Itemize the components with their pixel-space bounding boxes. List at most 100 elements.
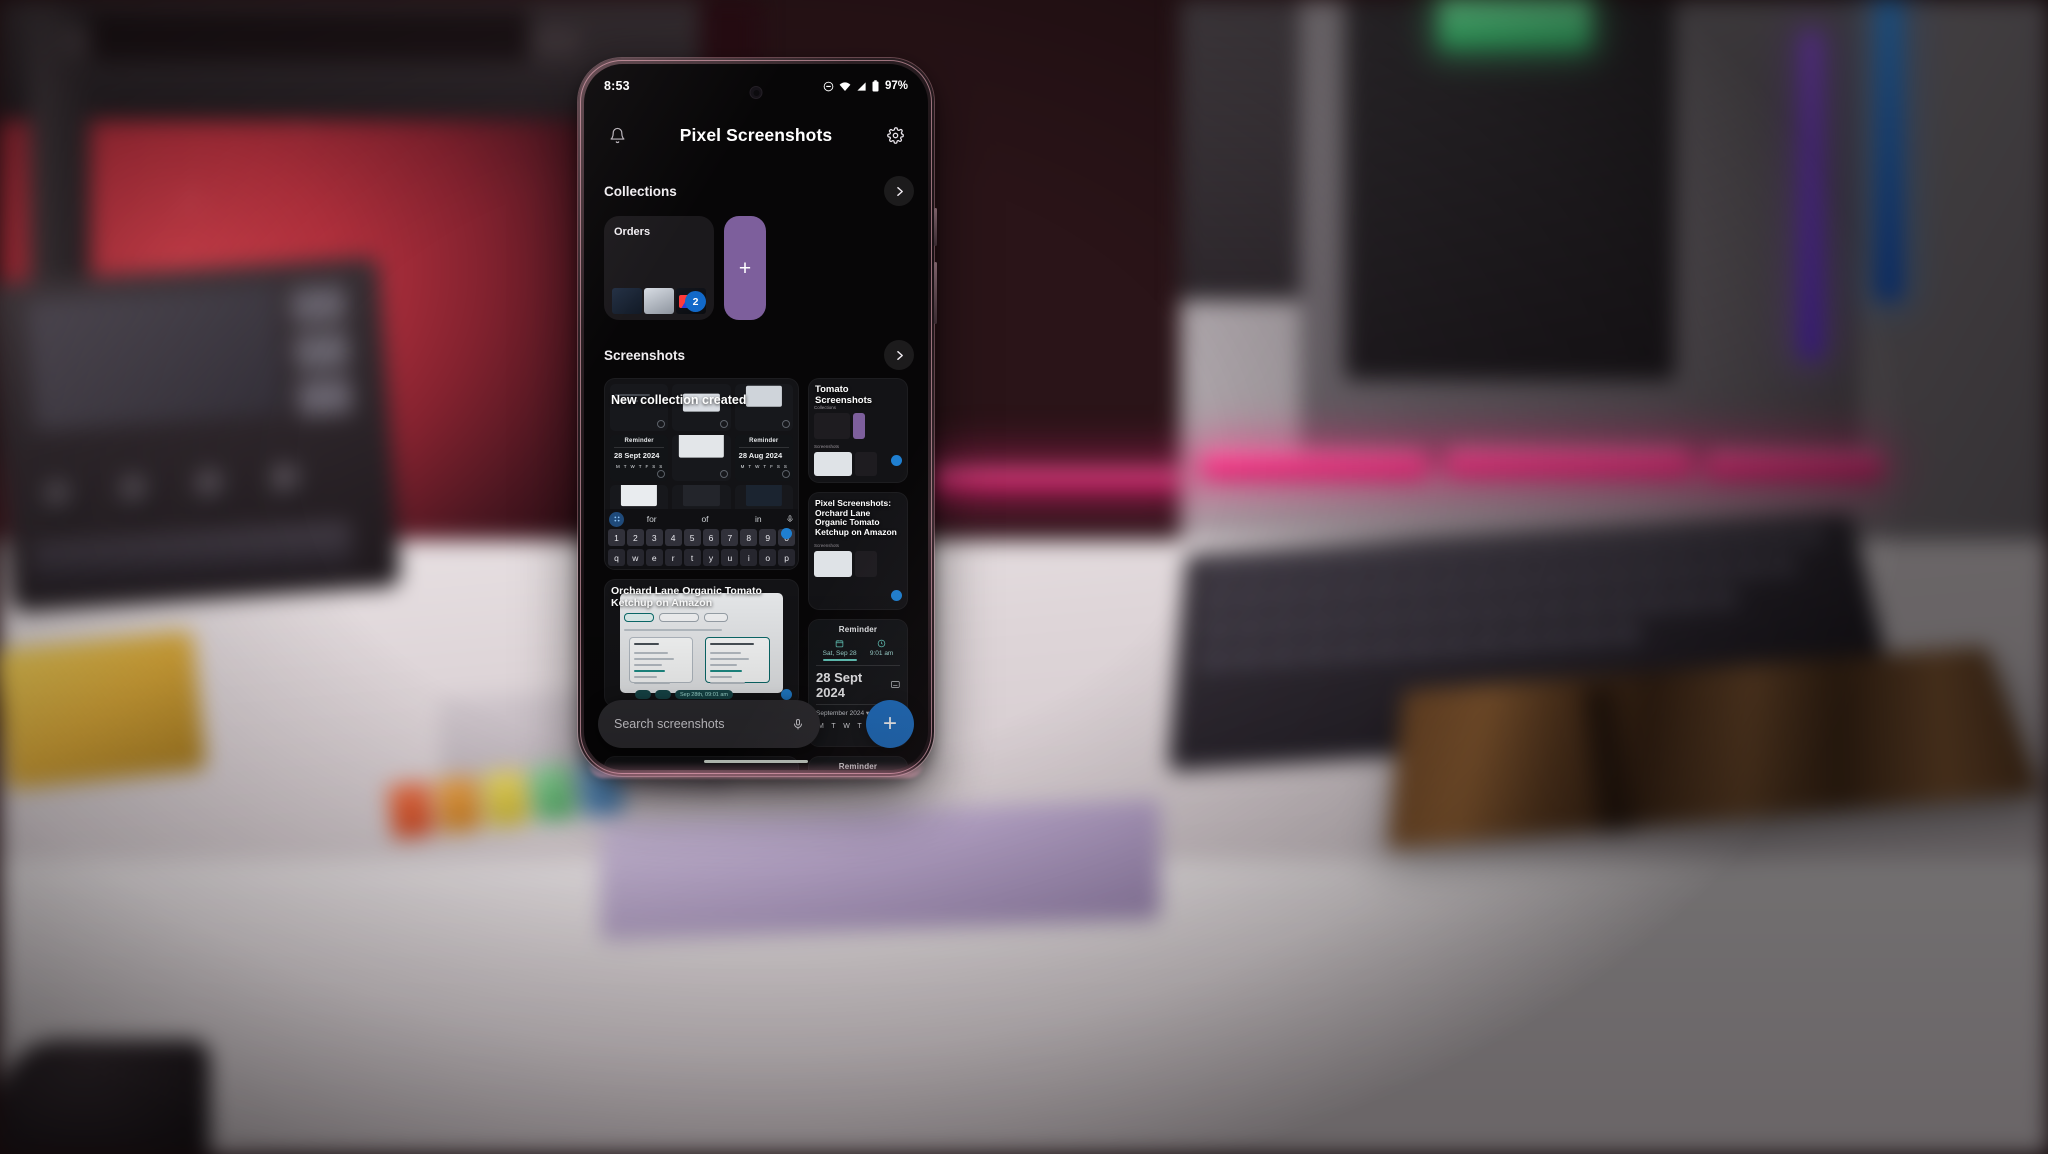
do-not-disturb-icon [823,81,834,91]
key[interactable]: 6 [702,529,720,546]
keyboard-suggestion[interactable]: of [679,514,730,524]
battery-percentage: 97% [884,80,908,92]
bell-icon[interactable] [606,124,628,146]
device-pad [290,285,347,325]
clock-icon [877,639,886,648]
key[interactable]: 4 [664,529,682,546]
gear-icon[interactable] [884,124,906,146]
mini-badge-icon [719,470,728,479]
mini-reminder-title: Reminder [749,437,779,444]
microphone-icon[interactable] [786,514,794,524]
key[interactable]: o [759,549,777,566]
scene-blurred-layer [0,0,2048,1154]
screenshot-overlay-label: Pixel Screenshots: Orchard Lane Organic … [815,498,897,538]
reminder-title: Reminder [838,625,878,634]
key[interactable]: e [645,549,663,566]
key[interactable]: r [664,549,682,566]
status-bar-icons: 97% [823,80,908,92]
mini-cell-amazon [672,434,731,482]
home-gesture-pill[interactable] [704,759,808,763]
add-collection-button[interactable]: + [724,216,766,320]
key[interactable]: i [740,549,758,566]
key[interactable]: 2 [626,529,644,546]
screenshots-grid-next-row[interactable]: Reminder [584,756,928,770]
weekday: W [843,722,850,730]
reminder-date-heading: 28 Sept 2024 [816,669,863,700]
key[interactable]: q [608,549,625,566]
reminder-date-tab[interactable]: Sat, Sep 28 [822,639,857,661]
mini-section-label: Screenshots [814,444,840,449]
neon-light-bar [1200,452,1430,478]
mini-badge-icon [719,419,728,428]
collections-section-header: Collections [584,162,928,214]
pc-tower-glass-panel [1345,0,1675,380]
key[interactable]: 5 [683,529,701,546]
key[interactable]: 1 [608,529,625,546]
device-strip [31,521,354,590]
reminder-preview: Reminder [809,757,907,770]
screenshots-grid[interactable]: Reminder 28 Sept 2024 MTWTFSS Reminder 2… [584,378,928,747]
key[interactable]: 8 [740,529,758,546]
product-option-selected [704,636,770,684]
device-knob [112,468,160,516]
power-button[interactable] [934,208,937,246]
cellular-signal-icon [857,81,866,91]
key[interactable]: 3 [645,529,663,546]
keyboard-suggestion[interactable]: for [626,514,677,524]
add-screenshot-fab[interactable]: + [866,700,914,748]
thumbnail-source-badge [781,689,792,700]
key[interactable]: u [721,549,739,566]
thumbnail-preview: Reminder 28 Sept 2024 MTWTFSS Reminder 2… [605,379,798,569]
green-rgb-light [1440,0,1590,48]
gboard-icon[interactable] [609,511,624,527]
reminder-date-heading-row: 28 Sept 2024 [816,670,900,700]
collection-count-badge: 2 [685,291,706,312]
dark-foreground-object [0,1040,210,1154]
audio-interface-device [0,256,402,614]
keyboard-suggestion-strip: for of in [605,509,798,529]
screenshot-thumbnail[interactable]: Screenshots Pixel Screenshots: Orchard L… [808,492,908,610]
screenshot-overlay-label: New collection created [611,393,747,407]
keycap [434,775,483,834]
key[interactable]: y [702,549,720,566]
device-pad [293,331,350,371]
mini-cell [610,384,669,431]
screenshot-thumbnail-reminder[interactable]: Reminder [808,756,908,770]
key[interactable]: t [683,549,701,566]
collections-chevron-right-icon[interactable] [884,176,914,206]
wifi-icon [839,81,851,91]
search-bar[interactable]: Search screenshots [598,700,820,748]
key[interactable]: 7 [721,529,739,546]
microphone-icon[interactable] [792,717,804,732]
screenshot-thumbnail[interactable]: Sep 28th, 09:01 am Orchard Lane Organic … [604,579,799,707]
search-input[interactable]: Search screenshots [614,717,792,731]
mini-reminder-date: 28 Aug 2024 [738,450,783,460]
reminder-month-select[interactable]: September 2024 ▾ [816,709,869,717]
screenshot-thumbnail[interactable]: Collections Screenshots Tomato Screensho… [808,378,908,483]
volume-button[interactable] [934,262,937,324]
thumbnail-source-badge [891,590,902,601]
reminder-chip[interactable]: Sep 28th, 09:01 am [675,690,733,699]
screenshots-column-left-next [604,756,799,770]
reminder-title: Reminder [838,762,878,770]
collection-thumb [644,288,674,314]
purple-rgb-strip [1800,30,1822,360]
screenshot-thumbnail[interactable] [604,756,799,770]
key[interactable]: w [626,549,644,566]
yellow-object [0,629,207,791]
reminder-time-tab[interactable]: 9:01 am [870,639,893,661]
keycap [386,780,435,840]
screenshot-thumbnail[interactable]: Reminder 28 Sept 2024 MTWTFSS Reminder 2… [604,378,799,570]
key[interactable]: 9 [759,529,777,546]
collection-card-orders[interactable]: Orders 2 [604,216,714,320]
keyboard-suggestion[interactable]: in [733,514,784,524]
collections-row[interactable]: Orders 2 + [584,214,928,320]
app-bar: Pixel Screenshots [584,108,928,162]
keyboard-icon[interactable] [891,681,900,688]
share-chip[interactable] [635,690,651,699]
app-content-scroll[interactable]: Collections Orders 2 + Screenshots Remin… [584,162,928,770]
key[interactable]: p [778,549,796,566]
screenshots-chevron-right-icon[interactable] [884,340,914,370]
mini-reminder-date: 28 Sept 2024 [614,450,660,460]
check-chip[interactable] [655,690,671,699]
